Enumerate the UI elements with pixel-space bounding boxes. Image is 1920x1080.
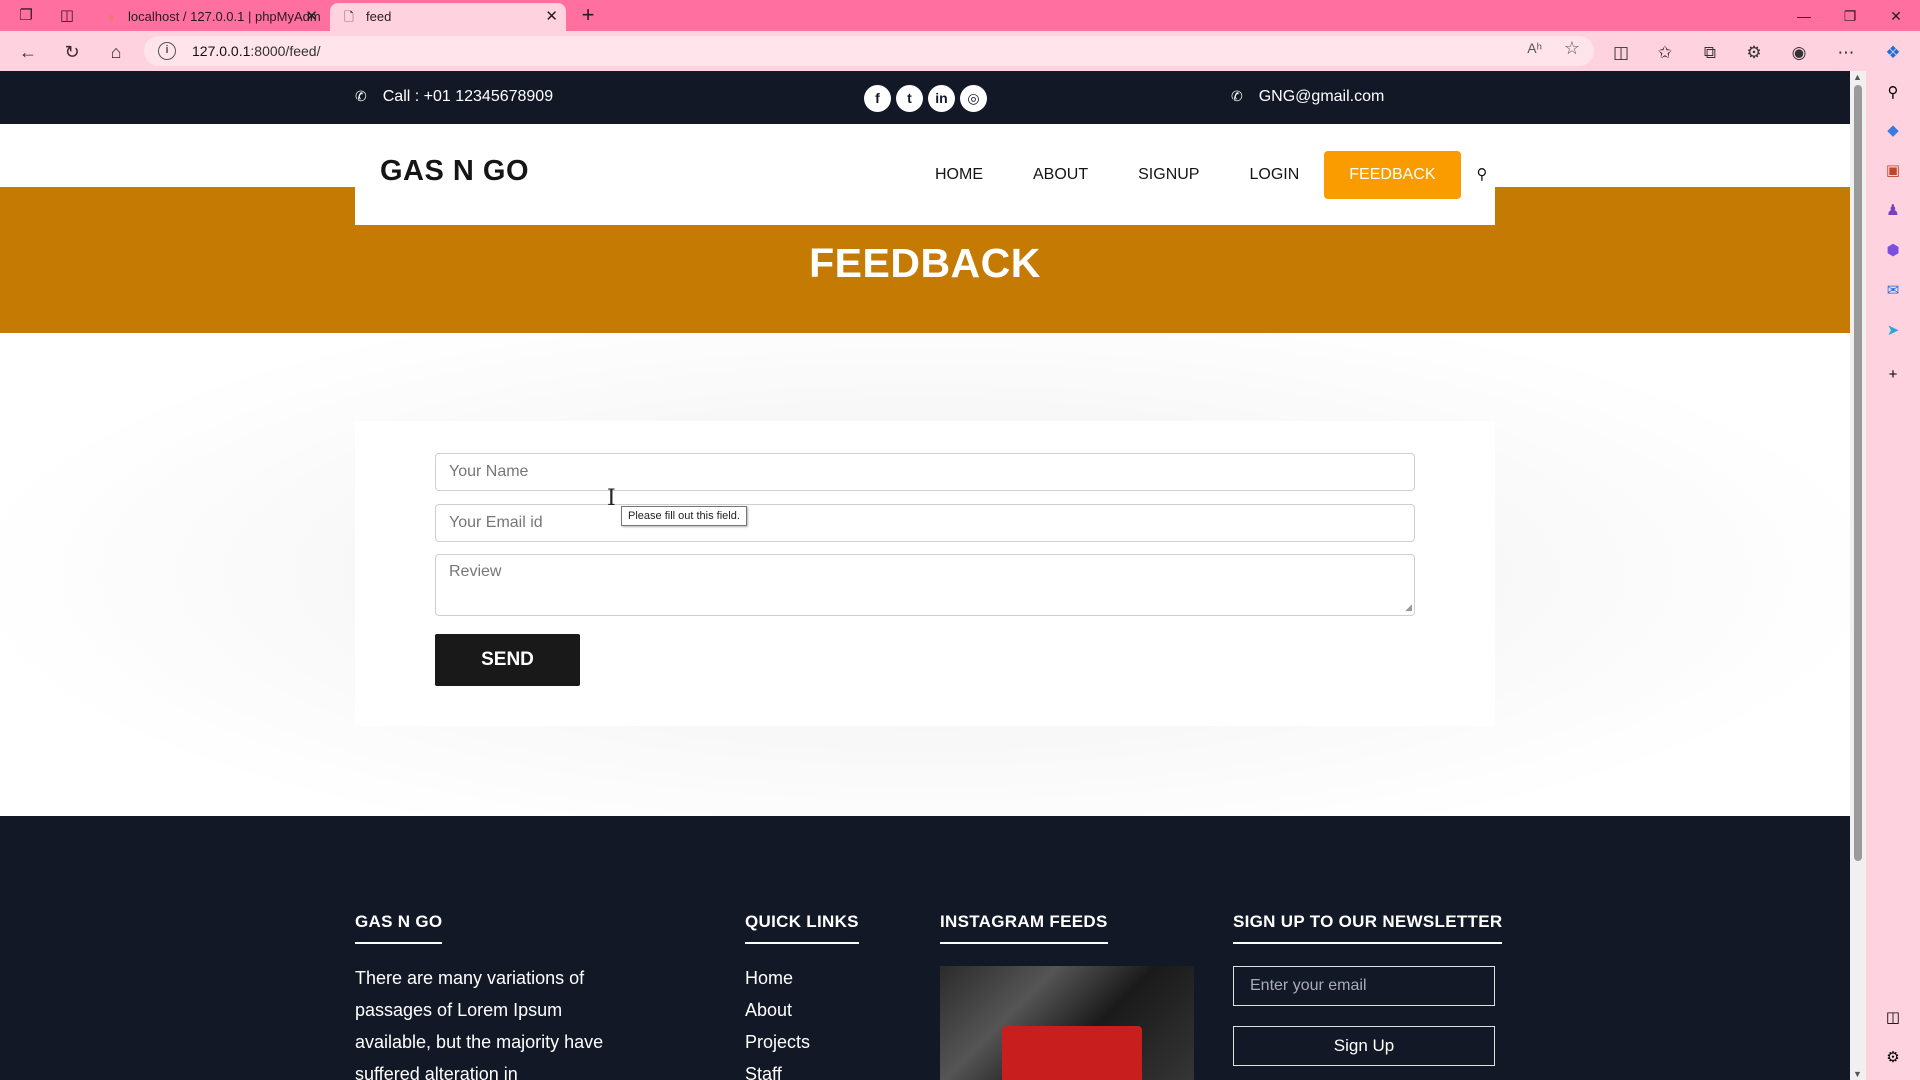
close-window-button[interactable]: ✕: [1876, 4, 1916, 28]
text-cursor-icon: I: [607, 486, 616, 511]
tab-title: feed: [366, 9, 392, 24]
phone-contact: ✆ Call : +01 12345678909: [355, 88, 554, 105]
name-input[interactable]: Your Name: [435, 453, 1415, 491]
instagram-icon[interactable]: ◎: [960, 85, 987, 112]
back-icon[interactable]: ←: [16, 40, 40, 64]
workspaces-icon[interactable]: ❐: [16, 6, 36, 26]
tab-phpmyadmin[interactable]: ● localhost / 127.0.0.1 | phpMyAdm ✕: [92, 3, 326, 31]
edge-sidebar: ⚲ ◆ ▣ ♟ ⬢ ✉ ➤ + ◫ ⚙: [1866, 71, 1920, 1080]
email-contact: ✆ GNG@gmail.com: [1231, 88, 1385, 105]
feedback-form: Your Name Your Email id Review ◢ SEND I …: [355, 421, 1495, 726]
instagram-heading: INSTAGRAM FEEDS: [940, 912, 1108, 944]
footer: GAS N GO There are many variations of pa…: [0, 816, 1850, 1080]
refresh-icon[interactable]: ↻: [60, 40, 84, 64]
scroll-up-icon[interactable]: ▲: [1853, 72, 1862, 82]
m365-icon[interactable]: ⬢: [1881, 239, 1905, 263]
page-title: FEEDBACK: [809, 240, 1041, 286]
tab-feed[interactable]: 🗋 feed ✕: [330, 3, 566, 31]
scrollbar-thumb[interactable]: [1854, 85, 1862, 861]
restore-button[interactable]: ❐: [1830, 4, 1870, 28]
email-input[interactable]: Your Email id: [435, 504, 1415, 542]
footer-about-text: There are many variations of passages of…: [355, 968, 604, 1080]
site-info-icon[interactable]: i: [158, 42, 176, 60]
search-icon[interactable]: ⚲: [1881, 81, 1905, 105]
outlook-icon[interactable]: ✉: [1881, 279, 1905, 303]
more-menu-icon[interactable]: ⋯: [1833, 40, 1859, 66]
resize-handle-icon[interactable]: ◢: [1405, 602, 1412, 613]
tab-strip: ❐ ◫ ● localhost / 127.0.0.1 | phpMyAdm ✕…: [0, 0, 1920, 31]
social-links: f t in ◎: [864, 85, 987, 112]
page-scrollbar[interactable]: ▲ ▼: [1850, 71, 1866, 1080]
close-tab-icon[interactable]: ✕: [305, 3, 318, 31]
shopping-icon[interactable]: ◆: [1881, 119, 1905, 143]
page-icon: 🗋: [344, 10, 354, 24]
tools-icon[interactable]: ▣: [1881, 159, 1905, 183]
footer-link-staff[interactable]: Staff: [745, 1058, 859, 1080]
linkedin-icon[interactable]: in: [928, 85, 955, 112]
minimize-button[interactable]: —: [1784, 4, 1824, 28]
profile-icon[interactable]: ◉: [1786, 40, 1812, 66]
nav-login[interactable]: LOGIN: [1224, 151, 1324, 199]
main-menu: HOME ABOUT SIGNUP LOGIN FEEDBACK ⚲: [910, 151, 1497, 199]
nav-feedback[interactable]: FEEDBACK: [1324, 151, 1461, 199]
send-button[interactable]: SEND: [435, 634, 580, 686]
twitter-icon[interactable]: t: [896, 85, 923, 112]
phone-icon: ✆: [355, 88, 367, 104]
home-icon[interactable]: ⌂: [104, 40, 128, 64]
collections-icon[interactable]: ⧉: [1697, 40, 1723, 66]
site-logo[interactable]: GAS N GO: [380, 155, 529, 188]
newsletter-heading: SIGN UP TO OUR NEWSLETTER: [1233, 912, 1503, 944]
nav-about[interactable]: ABOUT: [1008, 151, 1113, 199]
phone-icon: ✆: [1231, 88, 1243, 104]
hide-sidebar-icon[interactable]: ◫: [1881, 1006, 1905, 1030]
review-textarea[interactable]: Review ◢: [435, 554, 1415, 616]
footer-quick-links: QUICK LINKS Home About Projects Staff: [745, 912, 859, 1080]
copilot-icon[interactable]: ❖: [1880, 40, 1906, 66]
add-sidebar-icon[interactable]: +: [1881, 363, 1905, 387]
favorite-star-icon[interactable]: ☆: [1564, 38, 1580, 59]
quick-links-heading: QUICK LINKS: [745, 912, 859, 944]
footer-newsletter: SIGN UP TO OUR NEWSLETTER Enter your ema…: [1233, 912, 1503, 1066]
instagram-image-sign: [1002, 1026, 1142, 1080]
browser-window: ❐ ◫ ● localhost / 127.0.0.1 | phpMyAdm ✕…: [0, 0, 1920, 1080]
tab-title: localhost / 127.0.0.1 | phpMyAdm: [128, 9, 321, 24]
newsletter-email-input[interactable]: Enter your email: [1233, 966, 1495, 1006]
scroll-down-icon[interactable]: ▼: [1853, 1069, 1862, 1079]
favorites-icon[interactable]: ✩: [1652, 40, 1678, 66]
navbar: GAS N GO HOME ABOUT SIGNUP LOGIN FEEDBAC…: [355, 124, 1495, 225]
phpmyadmin-icon: ●: [107, 10, 115, 24]
page-viewport: ✆ Call : +01 12345678909 f t in ◎ ✆ GNG@gm…: [0, 71, 1850, 1080]
settings-icon[interactable]: ⚙: [1881, 1046, 1905, 1070]
extensions-icon[interactable]: ⚙: [1741, 40, 1767, 66]
address-bar[interactable]: i 127.0.0.1:8000/feed/ Aʰ ☆: [144, 36, 1594, 66]
footer-about: GAS N GO There are many variations of pa…: [355, 912, 617, 1080]
footer-link-about[interactable]: About: [745, 994, 859, 1026]
games-icon[interactable]: ♟: [1881, 199, 1905, 223]
footer-link-projects[interactable]: Projects: [745, 1026, 859, 1058]
read-aloud-icon[interactable]: Aʰ: [1527, 40, 1542, 56]
tab-actions-icon[interactable]: ◫: [57, 6, 77, 26]
contact-bar: ✆ Call : +01 12345678909 f t in ◎ ✆ GNG@gm…: [0, 71, 1850, 124]
url-text: 127.0.0.1:8000/feed/: [192, 43, 321, 59]
instagram-image[interactable]: [940, 966, 1194, 1080]
review-placeholder: Review: [449, 563, 502, 580]
close-tab-icon[interactable]: ✕: [545, 3, 558, 31]
facebook-icon[interactable]: f: [864, 85, 891, 112]
footer-about-heading: GAS N GO: [355, 912, 443, 944]
validation-tooltip: Please fill out this field.: [621, 506, 747, 526]
nav-home[interactable]: HOME: [910, 151, 1008, 199]
send-icon[interactable]: ➤: [1881, 319, 1905, 343]
new-tab-button[interactable]: +: [576, 4, 600, 28]
newsletter-signup-button[interactable]: Sign Up: [1233, 1026, 1495, 1066]
footer-instagram: INSTAGRAM FEEDS: [940, 912, 1194, 1080]
footer-link-home[interactable]: Home: [745, 962, 859, 994]
split-screen-icon[interactable]: ◫: [1608, 40, 1634, 66]
search-icon[interactable]: ⚲: [1477, 165, 1497, 185]
nav-signup[interactable]: SIGNUP: [1113, 151, 1224, 199]
